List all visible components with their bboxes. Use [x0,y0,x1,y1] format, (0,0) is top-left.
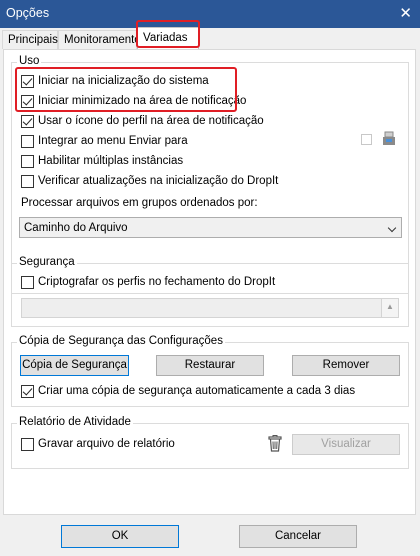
option-label: Verificar atualizações na inicialização … [38,175,279,187]
checkbox-icon[interactable] [21,276,34,289]
checkbox-icon[interactable] [21,438,34,451]
window-title: Opções [6,6,50,20]
sendto-checkbox-icon[interactable] [361,134,372,145]
dropdown-arrow-icon [387,223,397,233]
trash-icon[interactable] [267,435,283,452]
tab-monitoramento[interactable]: Monitoramento [58,30,141,49]
option-label: Usar o ícone do perfil na área de notifi… [38,115,264,127]
close-icon[interactable]: ✕ [399,4,412,22]
option-label: Gravar arquivo de relatório [38,438,175,450]
checkbox-icon[interactable] [21,135,34,148]
spin-arrow-icon: ▲ [381,299,398,317]
view-log-button[interactable]: Visualizar [292,434,400,455]
encrypt-password-field: ▲ [21,298,399,318]
usb-drive-icon [383,131,395,145]
group-activity-legend: Relatório de Atividade [17,416,133,428]
tab-strip: Principais Monitoramento Variadas [0,27,420,50]
checkbox-icon[interactable] [21,175,34,188]
group-uso-legend: Uso [17,55,42,67]
option-label: Criar uma cópia de segurança automaticam… [38,385,356,397]
option-label: Criptografar os perfis no fechamento do … [38,276,276,288]
checkbox-icon[interactable] [21,385,34,398]
option-label: Integrar ao menu Enviar para [38,135,188,147]
cancel-button[interactable]: Cancelar [239,525,357,548]
restore-button[interactable]: Restaurar [156,355,264,376]
title-bar: Opções ✕ [0,0,420,28]
process-order-label: Processar arquivos em grupos ordenados p… [21,197,258,209]
backup-button[interactable]: Cópia de Segurança [20,355,129,376]
tab-principais[interactable]: Principais [2,30,58,49]
tab-panel-variadas: Uso Iniciar na inicialização do sistema … [3,49,416,515]
process-order-select[interactable]: Caminho do Arquivo [19,217,402,238]
highlight-tab-box [136,20,200,48]
group-seguranca-legend: Segurança [17,256,77,268]
checkbox-icon[interactable] [21,115,34,128]
checkbox-icon[interactable] [21,155,34,168]
option-label: Habilitar múltiplas instâncias [38,155,184,167]
ok-button[interactable]: OK [61,525,179,548]
remove-button[interactable]: Remover [292,355,400,376]
group-backup-legend: Cópia de Segurança das Configurações [17,335,225,347]
process-order-value: Caminho do Arquivo [24,222,128,234]
highlight-options-box [15,67,237,112]
